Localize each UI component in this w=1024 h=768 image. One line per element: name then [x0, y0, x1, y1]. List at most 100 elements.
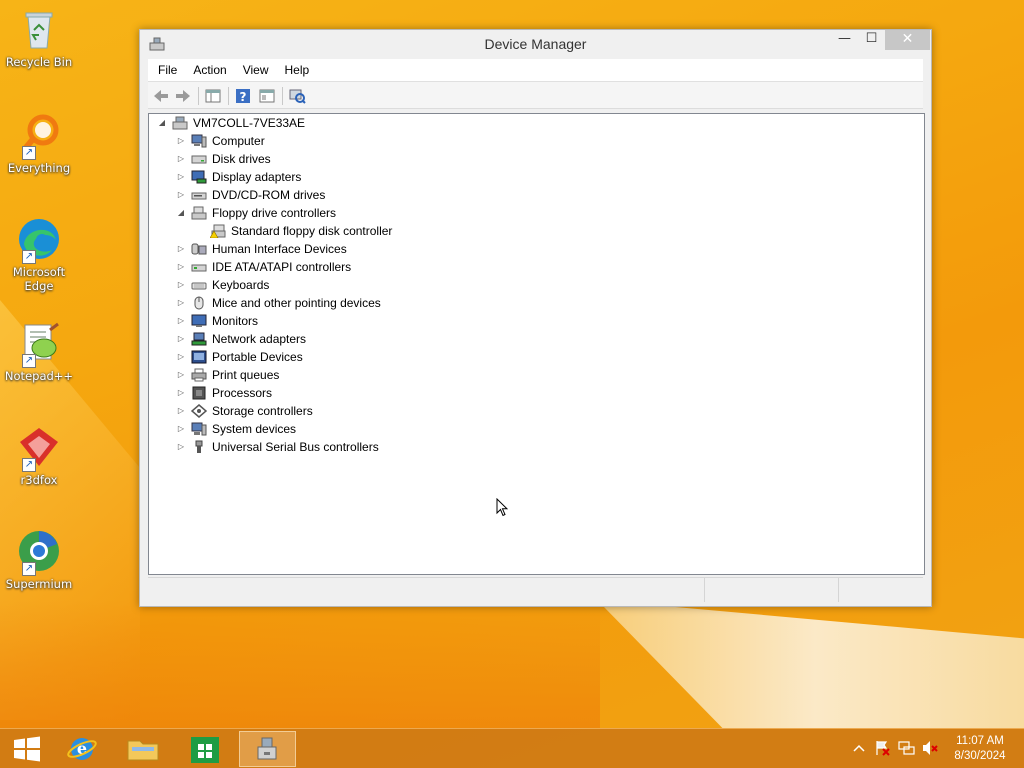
- keyboard-icon: [191, 278, 207, 292]
- expand-icon[interactable]: ▷: [176, 442, 186, 452]
- device-manager-window[interactable]: Device Manager — ☐ ✕ File Action View He…: [139, 29, 932, 607]
- warning-device-icon: [209, 224, 226, 239]
- show-hidden-icons-chevron-icon[interactable]: [850, 739, 868, 757]
- expand-icon[interactable]: ▷: [176, 370, 186, 380]
- menu-help[interactable]: Help: [277, 63, 318, 77]
- processor-icon: [191, 386, 207, 400]
- scan-hardware-icon[interactable]: [288, 87, 306, 105]
- taskbar-clock[interactable]: 11:07 AM 8/30/2024: [945, 734, 1015, 764]
- shortcut-arrow-icon: ↗: [22, 250, 36, 264]
- device-manager-taskbar-icon[interactable]: [239, 731, 296, 767]
- status-bar-panel: [704, 578, 705, 602]
- console-tree-icon[interactable]: [204, 87, 222, 105]
- expand-icon[interactable]: ▷: [176, 136, 186, 146]
- expand-icon[interactable]: ▷: [176, 406, 186, 416]
- expand-icon[interactable]: ▷: [176, 352, 186, 362]
- menu-view[interactable]: View: [235, 63, 277, 77]
- computer-icon: [191, 134, 207, 148]
- tree-node[interactable]: ▷ System devices: [176, 420, 296, 438]
- tree-node[interactable]: ▷ Storage controllers: [176, 402, 313, 420]
- menu-file[interactable]: File: [150, 63, 185, 77]
- tree-node-label: DVD/CD-ROM drives: [212, 188, 326, 202]
- shortcut-arrow-icon: ↗: [22, 458, 36, 472]
- toolbar-separator: [282, 87, 283, 105]
- tree-node[interactable]: ▷ Network adapters: [176, 330, 306, 348]
- desktop-icon-label: Recycle Bin: [5, 55, 73, 69]
- store-taskbar-icon[interactable]: [178, 731, 232, 767]
- device-tree[interactable]: ◢ VM7COLL-7VE33AE ▷ Computer ▷ Disk drives ▷…: [148, 113, 925, 575]
- expand-icon[interactable]: ▷: [176, 424, 186, 434]
- display-adapter-icon: [191, 170, 207, 184]
- tree-root[interactable]: ◢ VM7COLL-7VE33AE: [157, 114, 305, 132]
- printer-icon: [191, 368, 207, 382]
- desktop-icon-everything[interactable]: ↗ Everything: [2, 112, 76, 175]
- tree-node-label: Display adapters: [212, 170, 302, 184]
- tree-node-label: Print queues: [212, 368, 280, 382]
- menu-action[interactable]: Action: [185, 63, 234, 77]
- forward-icon[interactable]: [174, 87, 192, 105]
- tree-node[interactable]: Standard floppy disk controller: [195, 222, 392, 240]
- tree-node-label: Monitors: [212, 314, 259, 328]
- file-explorer-taskbar-icon[interactable]: [116, 731, 170, 767]
- edge-icon: ↗: [16, 216, 62, 264]
- desktop-icon-recycle-bin[interactable]: Recycle Bin: [2, 6, 76, 69]
- tree-node-label: Storage controllers: [212, 404, 313, 418]
- tree-node[interactable]: ▷ Human Interface Devices: [176, 240, 347, 258]
- tree-node[interactable]: ▷ Universal Serial Bus controllers: [176, 438, 379, 456]
- taskbar: e 11:07 AM 8/30/2024: [0, 728, 1024, 768]
- tree-node-label: IDE ATA/ATAPI controllers: [212, 260, 352, 274]
- action-center-flag-icon[interactable]: [873, 739, 891, 757]
- tree-node-label: Floppy drive controllers: [212, 206, 337, 220]
- minimize-button[interactable]: —: [831, 30, 858, 50]
- tree-node[interactable]: ▷ Computer: [176, 132, 265, 150]
- volume-muted-icon[interactable]: [921, 739, 939, 757]
- expand-icon[interactable]: ▷: [176, 244, 186, 254]
- back-icon[interactable]: [152, 87, 170, 105]
- tree-node[interactable]: ▷ Keyboards: [176, 276, 269, 294]
- recycle-bin-icon: [16, 6, 62, 52]
- tree-node[interactable]: ▷ DVD/CD-ROM drives: [176, 186, 325, 204]
- ide-controller-icon: [191, 260, 207, 274]
- collapse-icon[interactable]: ◢: [157, 118, 167, 128]
- hid-icon: [191, 242, 207, 256]
- expand-icon[interactable]: ▷: [176, 388, 186, 398]
- tree-node[interactable]: ▷ Mice and other pointing devices: [176, 294, 381, 312]
- properties-icon[interactable]: [258, 87, 276, 105]
- clock-date: 8/30/2024: [954, 750, 1006, 762]
- expand-icon[interactable]: ▷: [176, 172, 186, 182]
- tree-node[interactable]: ▷ Display adapters: [176, 168, 301, 186]
- expand-icon[interactable]: ▷: [176, 190, 186, 200]
- disk-drive-icon: [191, 152, 207, 166]
- tree-node[interactable]: ▷ Disk drives: [176, 150, 271, 168]
- maximize-button[interactable]: ☐: [858, 30, 885, 50]
- tree-node[interactable]: ▷ Monitors: [176, 312, 258, 330]
- expand-icon[interactable]: ▷: [176, 280, 186, 290]
- expand-icon[interactable]: ▷: [176, 154, 186, 164]
- tree-node[interactable]: ◢ Floppy drive controllers: [176, 204, 336, 222]
- expand-icon[interactable]: ▷: [176, 262, 186, 272]
- desktop-icon-notepad-plus-plus[interactable]: ↗ Notepad++: [2, 320, 76, 383]
- desktop-icon-microsoft-edge[interactable]: ↗ Microsoft Edge: [2, 216, 76, 293]
- help-icon[interactable]: ?: [234, 87, 252, 105]
- tree-node[interactable]: ▷ Print queues: [176, 366, 279, 384]
- everything-icon: ↗: [16, 112, 62, 160]
- desktop-icon-r3dfox[interactable]: ↗ r3dfox: [2, 424, 76, 487]
- expand-icon[interactable]: ▷: [176, 334, 186, 344]
- expand-icon[interactable]: ▷: [176, 316, 186, 326]
- close-button[interactable]: ✕: [885, 30, 930, 50]
- desktop-icon-supermium[interactable]: ↗ Supermium: [2, 528, 76, 591]
- tree-node[interactable]: ▷ Processors: [176, 384, 272, 402]
- internet-explorer-taskbar-icon[interactable]: e: [55, 731, 109, 767]
- collapse-icon[interactable]: ◢: [176, 208, 186, 218]
- desktop-icon-label: Notepad++: [4, 369, 74, 383]
- network-icon[interactable]: [897, 739, 915, 757]
- expand-icon[interactable]: ▷: [176, 298, 186, 308]
- window-title: Device Manager: [484, 36, 587, 52]
- tree-node-label: Disk drives: [212, 152, 271, 166]
- network-adapter-icon: [191, 332, 207, 346]
- tree-node[interactable]: ▷ Portable Devices: [176, 348, 303, 366]
- title-bar[interactable]: Device Manager — ☐ ✕: [140, 30, 931, 58]
- start-button[interactable]: [0, 731, 54, 767]
- desktop-icon-label: Everything: [7, 161, 71, 175]
- tree-node[interactable]: ▷ IDE ATA/ATAPI controllers: [176, 258, 351, 276]
